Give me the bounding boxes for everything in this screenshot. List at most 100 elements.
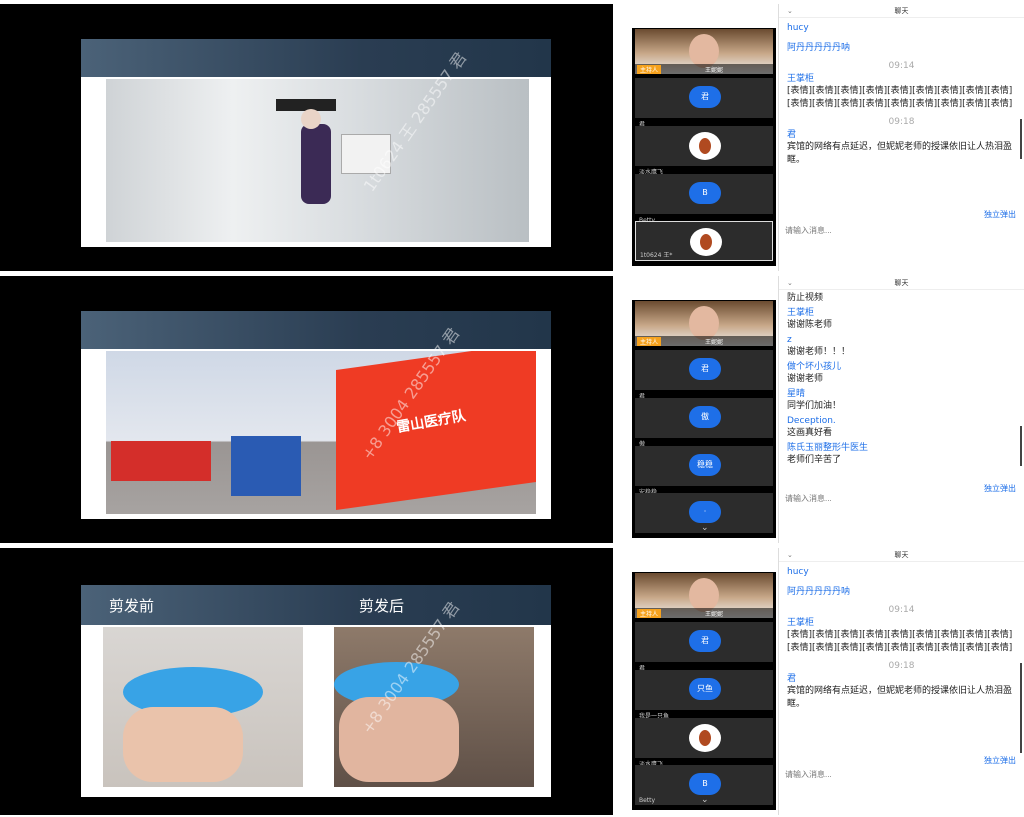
message-list[interactable]: hucy 阿丹丹丹丹丹呐 09:14 王掌柜 [表情][表情][表情][表情][… [779,562,1024,762]
avatar: B [689,773,721,795]
avatar [689,132,721,160]
avatar: · [689,501,721,523]
chat-input[interactable] [785,766,1017,782]
host-badge: 主持人 [637,65,662,74]
video-sidebar: 主持人 王妮妮 君 君 傲 傲 稳稳 安稳稳 · ⌄ [632,300,776,538]
message-time: 09:14 [888,61,915,71]
chat-panel: ⌄ 聊天 hucy 阿丹丹丹丹丹呐 09:14 王掌柜 [表情][表情][表情]… [778,4,1024,271]
avatar: 傲 [689,406,721,428]
popout-button[interactable]: 独立弹出 [984,209,1016,220]
shared-screen: 剪发前 剪发后 +8 3004 285557 君 [0,548,613,815]
participant-tile[interactable]: 1t0624 王* [635,221,773,261]
participant-tile[interactable]: B Betty ⌄ [635,765,773,805]
participant-tile[interactable]: 傲 傲 [635,398,773,448]
chat-title: 聊天 [894,7,909,15]
avatar: B [689,182,721,204]
avatar: 君 [689,630,721,652]
chat-panel: ⌄ 聊天 hucy 阿丹丹丹丹丹呐 09:14 王掌柜 [表情][表情][表情]… [778,548,1024,815]
message-text: 谢谢陈老师 [787,320,833,330]
host-badge: 主持人 [637,337,662,346]
chevron-down-icon[interactable]: ⌄ [787,276,793,290]
participant-name: Betty [639,797,656,804]
chat-scrollbar[interactable] [1020,663,1022,753]
participant-tile[interactable]: 君 君 [635,350,773,400]
participant-tile[interactable]: 君 君 [635,622,773,672]
host-name: 王妮妮 [705,339,724,346]
slide-title-before: 剪发前 [109,597,155,615]
message-text: 谢谢老师！！！ [787,347,851,357]
video-sidebar: 主持人 王妮妮 君 君 淡水鹰飞 B Betty 1t0624 王* [632,28,776,266]
message-list[interactable]: 防止视频 王掌柜 谢谢陈老师 z 谢谢老师！！！ 做个坏小孩儿 谢谢老师 星晴 … [779,290,1024,490]
message-time: 09:14 [888,605,915,615]
popout-button[interactable]: 独立弹出 [984,755,1016,766]
chevron-down-icon[interactable]: ⌄ [787,4,793,18]
host-name: 王妮妮 [705,67,724,74]
participant-tile[interactable]: 淡水鹰飞 [635,126,773,176]
avatar: 君 [689,86,721,108]
expand-arrow-icon[interactable]: > [619,678,628,691]
avatar [689,724,721,752]
participant-tile[interactable]: B Betty [635,174,773,224]
medical-team-photo: 雷山医疗队 [106,351,536,514]
chevron-down-icon[interactable]: ⌄ [787,548,793,562]
message-text: 防止视频 [787,293,824,303]
message-text: [表情][表情][表情][表情][表情][表情][表情][表情][表情][表情]… [787,86,1013,109]
slide: 1t0624 王 285557 君 [81,39,551,247]
shared-screen: 雷山医疗队 +8 3004 285557 君 [0,276,613,543]
message-user: Deception. [787,416,836,426]
message-text: 同学们加油！ [787,401,842,411]
message-text: 阿丹丹丹丹丹呐 [787,587,851,597]
chat-scrollbar[interactable] [1020,426,1022,466]
meeting-panel-1: 1t0624 王 285557 君 > 主持人 王妮妮 君 君 淡水鹰飞 B B… [0,4,1024,271]
message-user: 王掌柜 [787,618,815,628]
meeting-panel-3: 剪发前 剪发后 +8 3004 285557 君 > 主持人 王妮妮 君 君 只… [0,548,1024,815]
chat-panel: ⌄ 聊天 防止视频 王掌柜 谢谢陈老师 z 谢谢老师！！！ 做个坏小孩儿 谢谢老… [778,276,1024,543]
message-user: 星晴 [787,389,806,399]
message-user: 王掌柜 [787,308,815,318]
message-text: [表情][表情][表情][表情][表情][表情][表情][表情][表情][表情]… [787,630,1013,653]
participant-tile[interactable]: 淡水鹰飞 [635,718,773,768]
message-user: 陈氏玉丽整形牛医生 [787,443,869,453]
chat-scrollbar[interactable] [1020,119,1022,159]
host-name: 王妮妮 [705,611,724,618]
participant-tile[interactable]: · ⌄ [635,493,773,533]
message-text: 这画真好看 [787,428,833,438]
host-video: 主持人 王妮妮 [635,301,773,346]
message-text: 老师们辛苦了 [787,455,842,465]
message-time: 09:18 [888,661,915,671]
message-user: 做个坏小孩儿 [787,362,842,372]
hospital-corridor-photo [106,79,529,242]
participant-tile[interactable]: 君 君 [635,78,773,128]
participant-tile[interactable]: 稳稳 安稳稳 [635,446,773,496]
chat-input[interactable] [785,490,1017,506]
message-user: z [787,335,792,345]
video-sidebar: 主持人 王妮妮 君 君 只鱼 我是一只鱼 淡水鹰飞 B Betty ⌄ [632,572,776,810]
message-user: 君 [787,674,797,684]
expand-arrow-icon[interactable]: > [619,406,628,419]
avatar: 稳稳 [689,454,721,476]
avatar: 君 [689,358,721,380]
participant-tile[interactable]: 只鱼 我是一只鱼 [635,670,773,720]
shared-screen: 1t0624 王 285557 君 [0,4,613,271]
host-face [689,34,719,68]
slide-banner [81,311,551,349]
host-face [689,578,719,612]
avatar: 只鱼 [689,678,721,700]
chat-title: 聊天 [894,279,909,287]
message-time: 09:18 [888,117,915,127]
participant-name: 1t0624 王* [640,252,673,259]
host-badge: 主持人 [637,609,662,618]
message-text: 谢谢老师 [787,374,824,384]
avatar [690,228,722,256]
expand-arrow-icon[interactable]: > [619,134,628,147]
chevron-down-icon[interactable]: ⌄ [701,795,709,805]
message-list[interactable]: hucy 阿丹丹丹丹丹呐 09:14 王掌柜 [表情][表情][表情][表情][… [779,18,1024,218]
chat-title: 聊天 [894,551,909,559]
message-text: 宾馆的网络有点延迟，但妮妮老师的授课依旧让人热泪盈眶。 [787,686,1013,709]
meeting-panel-2: 雷山医疗队 +8 3004 285557 君 > 主持人 王妮妮 君 君 傲 傲… [0,276,1024,543]
chat-input[interactable] [785,222,1017,238]
chevron-down-icon[interactable]: ⌄ [701,523,709,533]
before-haircut-photo [103,627,303,787]
message-user: hucy [787,23,809,33]
message-user: 王掌柜 [787,74,815,84]
